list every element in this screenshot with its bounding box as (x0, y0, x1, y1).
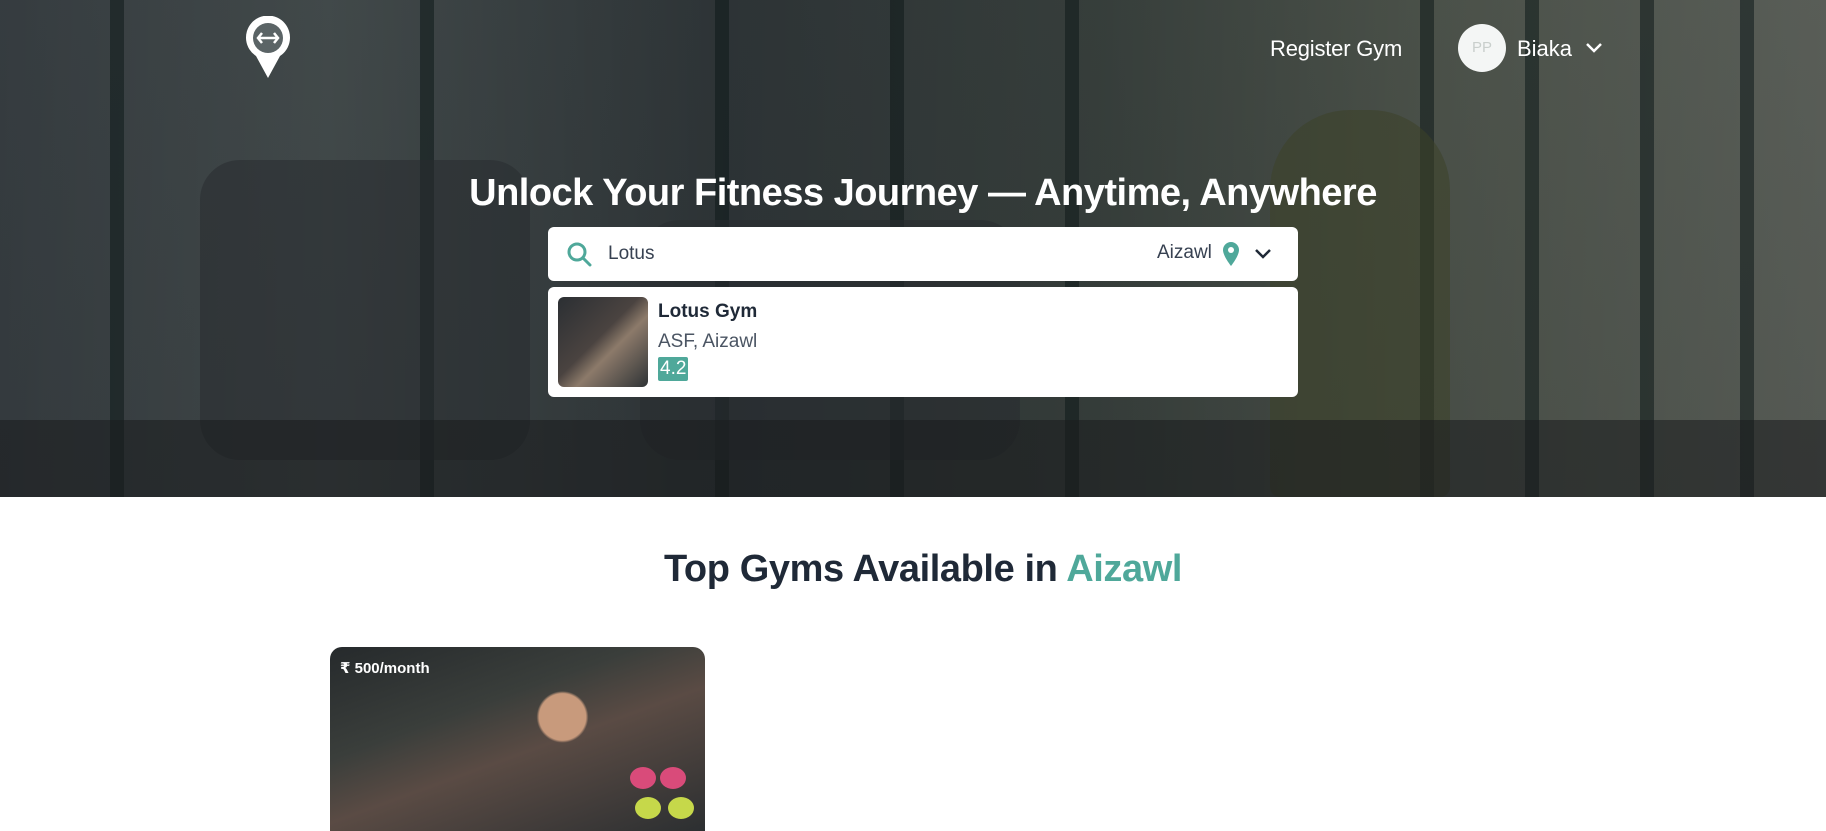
kettlebell-shape (660, 767, 686, 789)
search-results-dropdown: Lotus Gym ASF, Aizawl 4.2 (548, 287, 1298, 397)
avatar[interactable]: PP (1458, 24, 1506, 72)
price-label: ₹ 500/month (340, 660, 430, 677)
chevron-down-icon[interactable] (1253, 246, 1273, 262)
kettlebell-shape (630, 767, 656, 789)
city-selector-label[interactable]: Aizawl (1157, 242, 1212, 264)
chevron-down-icon[interactable] (1584, 40, 1604, 56)
register-gym-link[interactable]: Register Gym (1270, 36, 1402, 62)
hero-banner: Register Gym PP Biaka Unlock Your Fitnes… (0, 0, 1826, 497)
kettlebell-shape (668, 797, 694, 819)
section-title: Top Gyms Available in Aizawl (0, 548, 1826, 591)
rating-badge: 4.2 (658, 357, 689, 381)
kettlebell-shape (635, 797, 661, 819)
search-bar: Aizawl (548, 227, 1298, 281)
gym-card[interactable]: ₹ 500/month (330, 647, 705, 831)
result-gym-address: ASF, Aizawl (658, 331, 758, 352)
username-label[interactable]: Biaka (1517, 36, 1572, 62)
dumbbell-pin-icon[interactable] (244, 16, 292, 80)
search-icon[interactable] (566, 241, 592, 267)
map-pin-icon[interactable] (1221, 241, 1241, 267)
section-title-city: Aizawl (1066, 548, 1183, 590)
result-gym-name[interactable]: Lotus Gym (658, 301, 757, 323)
floor-shape (0, 420, 1826, 497)
page-headline: Unlock Your Fitness Journey — Anytime, A… (469, 172, 1377, 214)
search-input[interactable] (608, 237, 1108, 271)
section-title-prefix: Top Gyms Available in (663, 548, 1067, 590)
gym-thumbnail (558, 297, 648, 387)
